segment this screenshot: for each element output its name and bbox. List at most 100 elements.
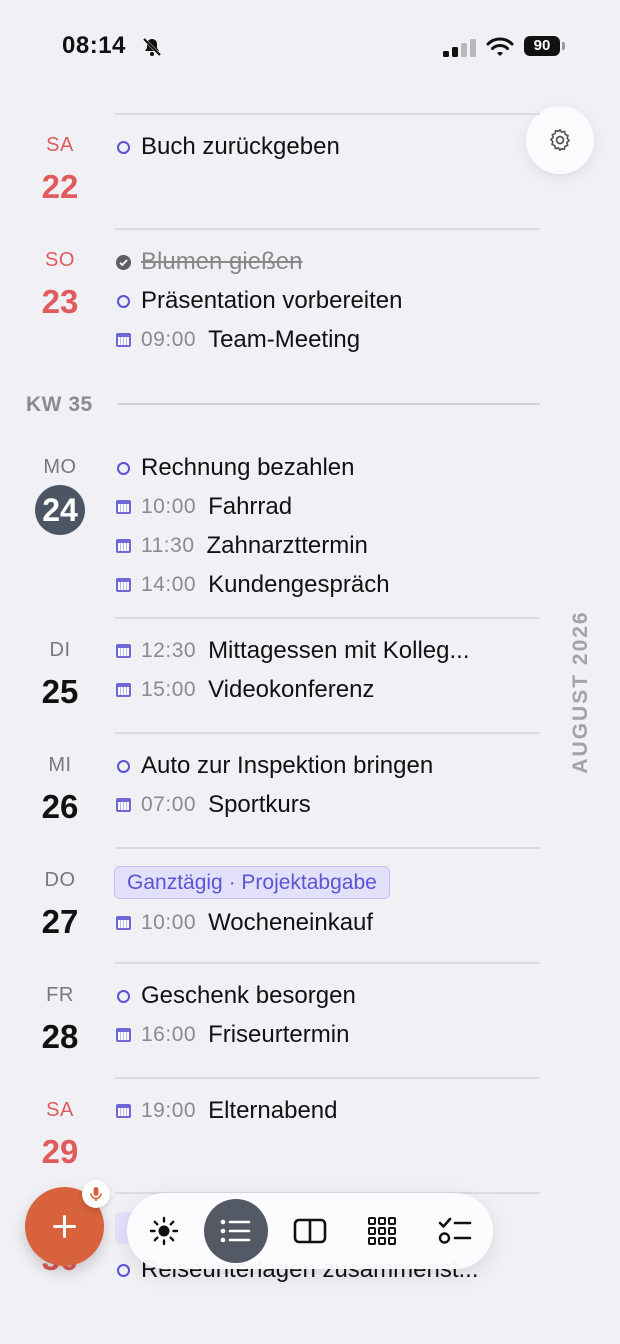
battery-level: 90 [524, 36, 560, 56]
day-divider [115, 228, 540, 230]
item-title: Friseurtermin [208, 1021, 350, 1048]
cellular-signal-icon [443, 39, 476, 57]
sun-icon [149, 1216, 179, 1246]
split-view-icon [293, 1218, 327, 1244]
day-name: MO [43, 456, 77, 478]
task-item[interactable]: Auto zur Inspektion bringen [115, 751, 433, 781]
day-name: SO [45, 249, 75, 271]
event-time: 10:00 [141, 911, 197, 934]
item-title: Mittagessen mit Kolleg... [208, 637, 470, 664]
day-name: DO [44, 869, 76, 891]
day-number: 26 [41, 788, 79, 825]
calendar-icon [115, 333, 131, 347]
item-title: Zahnarzttermin [206, 532, 368, 559]
item-title: Sportkurs [208, 791, 311, 818]
day-divider [115, 732, 540, 734]
task-item[interactable]: Rechnung bezahlen [115, 453, 355, 483]
nav-list-button[interactable] [204, 1199, 268, 1263]
calendar-icon [115, 683, 131, 697]
checklist-icon [438, 1217, 472, 1244]
event-item[interactable]: 10:00 Fahrrad [115, 492, 292, 522]
event-item[interactable]: 16:00 Friseurtermin [115, 1020, 349, 1050]
item-title: Kundengespräch [208, 571, 390, 598]
grid-icon [368, 1217, 396, 1245]
microphone-icon [90, 1187, 102, 1201]
task-item[interactable]: Buch zurückgeben [115, 132, 340, 162]
event-time: 15:00 [141, 678, 197, 701]
list-icon [220, 1219, 251, 1243]
task-item[interactable]: Präsentation vorbereiten [115, 286, 403, 316]
day-divider [115, 847, 540, 849]
bell-muted-icon [142, 37, 162, 57]
battery-indicator: 90 [524, 36, 566, 58]
week-divider [118, 403, 540, 405]
nav-today-button[interactable] [132, 1199, 196, 1263]
task-circle-icon[interactable] [116, 140, 130, 154]
voice-input-button[interactable] [82, 1180, 110, 1208]
day-number: 29 [41, 1133, 79, 1170]
calendar-icon [115, 500, 131, 514]
event-item[interactable]: 14:00 Kundengespräch [115, 570, 390, 600]
day-divider [115, 113, 540, 115]
day-divider [115, 1077, 540, 1079]
calendar-icon [115, 578, 131, 592]
day-name: SA [46, 134, 74, 156]
event-item[interactable]: 19:00 Elternabend [115, 1096, 338, 1126]
calendar-icon [115, 1028, 131, 1042]
task-done-icon[interactable] [115, 254, 131, 270]
week-label: KW 35 [26, 393, 93, 416]
task-circle-icon[interactable] [116, 461, 130, 475]
event-time: 12:30 [141, 639, 197, 662]
nav-grid-button[interactable] [350, 1199, 414, 1263]
event-item[interactable]: 10:00 Wocheneinkauf [115, 908, 373, 938]
event-time: 14:00 [141, 573, 197, 596]
day-number: 25 [41, 673, 79, 710]
task-circle-icon[interactable] [116, 294, 130, 308]
day-divider [115, 962, 540, 964]
item-title: Geschenk besorgen [141, 982, 356, 1009]
item-title: Rechnung bezahlen [141, 454, 355, 481]
day-number: 23 [41, 283, 79, 320]
item-title: Fahrrad [208, 493, 293, 520]
task-circle-icon[interactable] [116, 989, 130, 1003]
status-time: 08:14 [62, 32, 126, 59]
item-title: Präsentation vorbereiten [141, 287, 403, 314]
item-title: Videokonferenz [208, 676, 375, 703]
day-number: 28 [41, 1018, 79, 1055]
event-item[interactable]: 15:00 Videokonferenz [115, 675, 374, 705]
day-number: 27 [41, 903, 79, 940]
allday-event-chip[interactable]: Ganztägig · Projektabgabe [114, 866, 390, 899]
day-name: SA [46, 1099, 74, 1121]
item-title: Buch zurückgeben [141, 133, 340, 160]
item-title: Elternabend [208, 1097, 338, 1124]
day-divider [115, 617, 540, 619]
day-name: FR [46, 984, 74, 1006]
calendar-icon [115, 644, 131, 658]
event-item[interactable]: 09:00 Team-Meeting [115, 325, 360, 355]
event-time: 09:00 [141, 328, 197, 351]
task-item[interactable]: Geschenk besorgen [115, 981, 356, 1011]
event-item[interactable]: 07:00 Sportkurs [115, 790, 311, 820]
event-time: 10:00 [141, 495, 197, 518]
event-item[interactable]: 12:30 Mittagessen mit Kolleg... [115, 636, 470, 666]
event-time: 19:00 [141, 1099, 197, 1122]
nav-checklist-button[interactable] [423, 1199, 487, 1263]
event-time: 11:30 [141, 534, 195, 557]
view-switcher-toolbar [127, 1193, 493, 1269]
event-time: 07:00 [141, 793, 197, 816]
item-title: Blumen gießen [141, 248, 303, 275]
today-day-number: 24 [35, 485, 85, 535]
settings-button[interactable] [526, 106, 594, 174]
item-title: Auto zur Inspektion bringen [141, 752, 434, 779]
event-time: 16:00 [141, 1023, 197, 1046]
task-item[interactable]: Blumen gießen [115, 247, 302, 277]
task-circle-icon[interactable] [116, 759, 130, 773]
event-item[interactable]: 11:30 Zahnarzttermin [115, 531, 368, 561]
item-title: Wocheneinkauf [208, 909, 374, 936]
month-label: AUGUST 2026 [569, 610, 592, 774]
gear-icon [550, 128, 570, 152]
nav-split-view-button[interactable] [278, 1199, 342, 1263]
task-circle-icon[interactable] [116, 1263, 130, 1277]
day-name: DI [49, 639, 71, 661]
calendar-icon [115, 916, 131, 930]
